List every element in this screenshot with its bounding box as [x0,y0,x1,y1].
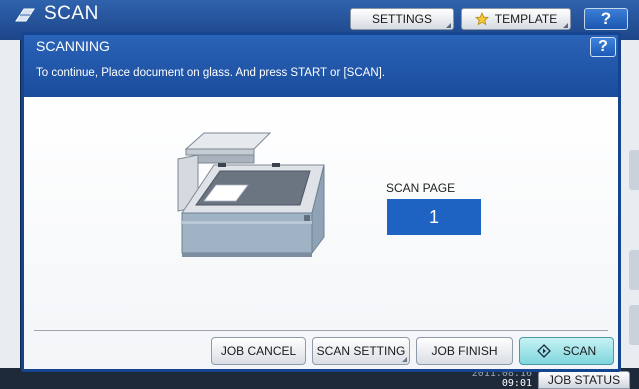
dialog-help-button[interactable]: ? [590,37,616,57]
submenu-corner-icon [446,23,451,28]
side-tab[interactable] [629,150,639,190]
divider [34,330,608,331]
job-cancel-label: JOB CANCEL [220,344,297,358]
job-finish-button[interactable]: JOB FINISH [416,337,513,365]
app-title: SCAN [14,3,99,24]
job-cancel-button[interactable]: JOB CANCEL [211,337,306,365]
scan-page-count: 1 [387,199,481,235]
dialog-body: SCAN PAGE 1 JOB CANCEL SCAN SETTING JOB … [24,97,618,369]
side-tab[interactable] [629,250,639,290]
dialog-title: SCANNING [36,38,110,54]
scan-setting-label: SCAN SETTING [316,344,406,358]
settings-tab-label: SETTINGS [371,12,432,26]
help-icon: ? [598,38,608,55]
scanning-dialog: SCANNING ? To continue, Place document o… [21,32,621,372]
app-help-button[interactable]: ? [584,8,628,30]
scan-icon [15,8,35,22]
submenu-corner-icon [402,357,407,362]
help-icon: ? [600,9,612,28]
dialog-message: To continue, Place document on glass. An… [36,67,386,79]
side-tab[interactable] [629,305,639,345]
scan-button-label: SCAN [562,344,597,358]
scan-setting-button[interactable]: SCAN SETTING [312,337,410,365]
star-icon [474,12,489,26]
template-tab[interactable]: TEMPLATE [461,8,571,30]
template-tab-label: TEMPLATE [494,12,558,26]
scanner-illustration [177,132,325,257]
job-status-button[interactable]: JOB STATUS [538,371,630,389]
submenu-corner-icon [563,23,568,28]
clock-time: 09:01 [501,378,532,389]
dialog-header: SCANNING ? To continue, Place document o… [24,35,618,97]
job-finish-label: JOB FINISH [431,344,498,358]
background-panel-left [0,40,20,370]
job-status-label: JOB STATUS [547,373,621,387]
app-title-text: SCAN [44,3,99,24]
scan-page-label: SCAN PAGE [386,181,456,195]
start-diamond-icon [536,344,551,358]
clock: 2011.08.16 09:01 [470,369,532,389]
scan-button[interactable]: SCAN [519,337,614,365]
settings-tab[interactable]: SETTINGS [350,8,454,30]
